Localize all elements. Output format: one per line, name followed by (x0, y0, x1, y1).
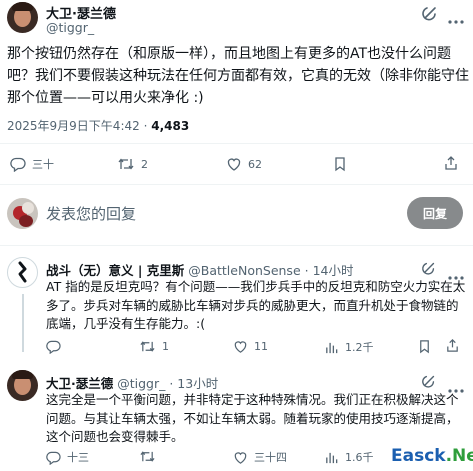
reply-time[interactable]: 14小时 (313, 263, 354, 278)
reply-like-stat[interactable]: 三十四 (233, 449, 287, 465)
views-count: 1.2千 (345, 341, 374, 354)
share-icon[interactable] (443, 155, 459, 175)
retweet-count: 2 (141, 157, 148, 171)
reply-views-stat[interactable]: 1.6千 (324, 449, 374, 465)
reply-reply-stat[interactable] (46, 339, 67, 354)
reply-time[interactable]: 13小时 (177, 376, 218, 391)
reply-stat[interactable]: 三十 (10, 156, 54, 172)
main-author-handle[interactable]: @tiggr_ (46, 20, 94, 35)
watermark-part1: Easck (391, 446, 446, 466)
like-icon (234, 341, 247, 353)
like-count: 三十四 (254, 451, 287, 464)
reply-author-name[interactable]: 大卫·瑟兰德 (46, 376, 113, 391)
main-tweet-line: 吧？我们不要假装这种玩法在任何方面都有效，它真的无效（除非你能守住 (7, 68, 469, 84)
divider (0, 245, 473, 246)
watermark-part2: .Net (445, 446, 473, 466)
reply-header: 战斗（无）意义 | 克里斯 @BattleNonSense · 14小时 (46, 260, 353, 279)
watermark: Easck.Net (391, 446, 473, 466)
reply-grok-icon[interactable] (421, 260, 437, 280)
reply-avatar[interactable] (7, 257, 38, 288)
like-stat[interactable]: 62 (226, 156, 262, 172)
views-icon (326, 342, 338, 353)
retweet-icon (140, 341, 155, 352)
main-tweet-text: 那个按钮仍然存在（和原版一样），而且地图上有更多的AT也没什么问题 吧？我们不要… (7, 43, 469, 109)
reply-retweet-stat[interactable] (139, 449, 162, 464)
reply-text: AT 指的是反坦克吗？有个问题——我们步兵手中的反坦克和防空火力实在太多了。步兵… (46, 279, 466, 331)
retweet-icon (118, 158, 134, 170)
reply-author-name[interactable]: 战斗（无）意义 | 克里斯 (46, 263, 184, 278)
reply-icon (46, 451, 61, 465)
separator: · (300, 263, 313, 278)
like-count: 11 (254, 340, 268, 353)
reply-retweet-stat[interactable]: 1 (139, 339, 169, 354)
like-icon (234, 451, 247, 464)
reply-reply-stat[interactable]: 十三 (46, 449, 89, 465)
reply-text: 这完全是一个平衡问题，并非特定于这种特殊情况。我们正在积极解决这个问题。与其让车… (46, 392, 459, 444)
main-tweet-line: 那个按钮仍然存在（和原版一样），而且地图上有更多的AT也没什么问题 (7, 46, 452, 62)
reply-count: 三十 (32, 158, 54, 171)
reply-share-icon[interactable] (445, 338, 460, 357)
separator: · (165, 376, 178, 391)
divider (0, 143, 473, 144)
tweet-timestamp[interactable]: 2025年9月9日下午4:42 (7, 119, 140, 133)
reply-author-handle[interactable]: @tiggr_ (117, 376, 165, 391)
reply-count: 十三 (67, 451, 89, 464)
reply-bookmark-icon[interactable] (417, 339, 432, 358)
views-count[interactable]: 4,483 (151, 119, 189, 133)
reply-input[interactable]: 发表您的回复 (46, 203, 136, 224)
more-icon[interactable] (448, 10, 464, 24)
reply-header: 大卫·瑟兰德 @tiggr_ · 13小时 (46, 373, 218, 392)
views-icon (326, 452, 338, 463)
composer-avatar (7, 198, 38, 229)
retweet-count: 1 (162, 340, 169, 353)
reply-icon (10, 157, 26, 172)
like-icon (227, 158, 241, 171)
retweet-stat[interactable]: 2 (117, 156, 148, 172)
thread-line (22, 294, 24, 352)
meta-separator: · (139, 119, 152, 133)
reply-icon (46, 340, 61, 354)
reply-button[interactable]: 回复 (407, 197, 463, 229)
reply-grok-icon[interactable] (421, 373, 437, 393)
main-author-avatar[interactable] (7, 2, 38, 33)
bookmark-icon[interactable] (332, 156, 348, 176)
tweet-meta: 2025年9月9日下午4:42 · 4,483 (7, 117, 189, 134)
reply-views-stat[interactable]: 1.2千 (324, 339, 374, 355)
retweet-icon (140, 451, 155, 462)
reply-author-handle[interactable]: @BattleNonSense (188, 263, 300, 278)
main-tweet-line: 那个位置——可以用火来净化 :) (7, 90, 204, 106)
views-count: 1.6千 (345, 451, 374, 464)
divider (0, 184, 473, 185)
reply-avatar[interactable] (7, 370, 38, 401)
grok-icon[interactable] (421, 4, 439, 22)
reply-like-stat[interactable]: 11 (233, 339, 268, 354)
like-count: 62 (248, 157, 262, 171)
